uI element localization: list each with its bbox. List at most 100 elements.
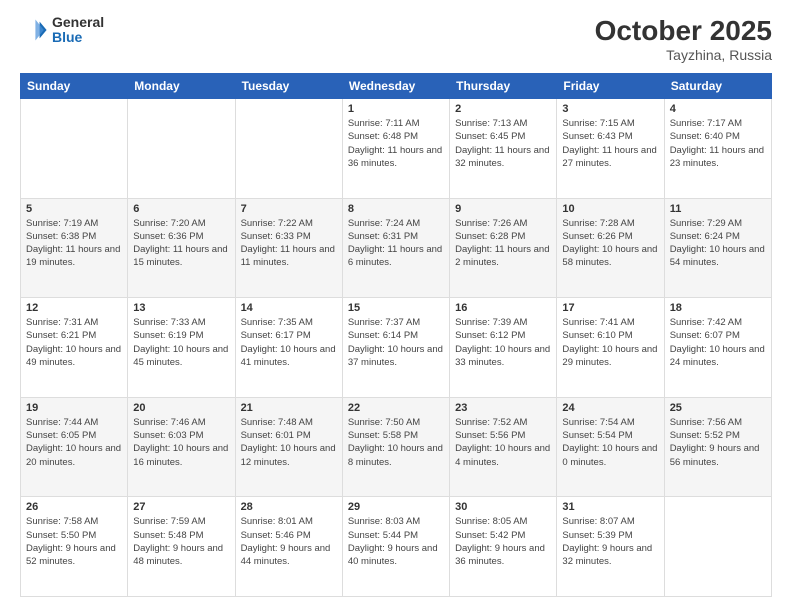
day-info: Sunrise: 8:01 AM Sunset: 5:46 PM Dayligh…: [241, 515, 337, 568]
calendar-header: Sunday Monday Tuesday Wednesday Thursday…: [21, 74, 772, 99]
day-number: 5: [26, 203, 122, 215]
day-info: Sunrise: 7:35 AM Sunset: 6:17 PM Dayligh…: [241, 316, 337, 369]
logo-blue: Blue: [52, 30, 104, 45]
day-number: 25: [670, 402, 766, 414]
day-number: 24: [562, 402, 658, 414]
day-info: Sunrise: 8:07 AM Sunset: 5:39 PM Dayligh…: [562, 515, 658, 568]
calendar-cell: 30 Sunrise: 8:05 AM Sunset: 5:42 PM Dayli…: [450, 497, 557, 597]
day-number: 6: [133, 203, 229, 215]
day-number: 1: [348, 103, 444, 115]
calendar-cell: 26Sunrise: 7:58 AM Sunset: 5:50 PM Dayli…: [21, 497, 128, 597]
calendar-cell: 14Sunrise: 7:35 AM Sunset: 6:17 PM Dayli…: [235, 298, 342, 398]
day-number: 29: [348, 501, 444, 513]
calendar-cell: 13Sunrise: 7:33 AM Sunset: 6:19 PM Dayli…: [128, 298, 235, 398]
calendar-table: Sunday Monday Tuesday Wednesday Thursday…: [20, 73, 772, 597]
day-info: Sunrise: 7:42 AM Sunset: 6:07 PM Dayligh…: [670, 316, 766, 369]
header-wednesday: Wednesday: [342, 74, 449, 99]
day-info: Sunrise: 7:41 AM Sunset: 6:10 PM Dayligh…: [562, 316, 658, 369]
header: General Blue October 2025 Tayzhina, Russ…: [20, 15, 772, 63]
calendar-week-2: 5Sunrise: 7:19 AM Sunset: 6:38 PM Daylig…: [21, 198, 772, 298]
day-info: Sunrise: 7:59 AM Sunset: 5:48 PM Dayligh…: [133, 515, 229, 568]
location: Tayzhina, Russia: [595, 47, 772, 63]
calendar-cell: 28Sunrise: 8:01 AM Sunset: 5:46 PM Dayli…: [235, 497, 342, 597]
day-info: Sunrise: 7:11 AM Sunset: 6:48 PM Dayligh…: [348, 117, 444, 170]
day-number: 31: [562, 501, 658, 513]
day-info: Sunrise: 8:05 AM Sunset: 5:42 PM Dayligh…: [455, 515, 551, 568]
day-number: 11: [670, 203, 766, 215]
logo: General Blue: [20, 15, 104, 46]
calendar-cell: 2 Sunrise: 7:13 AM Sunset: 6:45 PM Daylig…: [450, 99, 557, 199]
day-info: Sunrise: 7:20 AM Sunset: 6:36 PM Dayligh…: [133, 217, 229, 270]
calendar-cell: 16 Sunrise: 7:39 AM Sunset: 6:12 PM Dayli…: [450, 298, 557, 398]
day-info: Sunrise: 7:13 AM Sunset: 6:45 PM Dayligh…: [455, 117, 551, 170]
logo-text: General Blue: [52, 15, 104, 46]
day-number: 23: [455, 402, 551, 414]
calendar-cell: 8 Sunrise: 7:24 AM Sunset: 6:31 PM Daylig…: [342, 198, 449, 298]
day-number: 30: [455, 501, 551, 513]
calendar-week-1: 1 Sunrise: 7:11 AM Sunset: 6:48 PM Daylig…: [21, 99, 772, 199]
calendar-cell: [235, 99, 342, 199]
day-info: Sunrise: 7:29 AM Sunset: 6:24 PM Dayligh…: [670, 217, 766, 270]
calendar-body: 1 Sunrise: 7:11 AM Sunset: 6:48 PM Daylig…: [21, 99, 772, 597]
day-number: 15: [348, 302, 444, 314]
header-tuesday: Tuesday: [235, 74, 342, 99]
calendar-cell: 15 Sunrise: 7:37 AM Sunset: 6:14 PM Dayli…: [342, 298, 449, 398]
day-number: 4: [670, 103, 766, 115]
day-info: Sunrise: 7:28 AM Sunset: 6:26 PM Dayligh…: [562, 217, 658, 270]
calendar-cell: 12Sunrise: 7:31 AM Sunset: 6:21 PM Dayli…: [21, 298, 128, 398]
calendar-week-3: 12Sunrise: 7:31 AM Sunset: 6:21 PM Dayli…: [21, 298, 772, 398]
day-info: Sunrise: 7:33 AM Sunset: 6:19 PM Dayligh…: [133, 316, 229, 369]
calendar-cell: 17 Sunrise: 7:41 AM Sunset: 6:10 PM Dayli…: [557, 298, 664, 398]
header-monday: Monday: [128, 74, 235, 99]
page: General Blue October 2025 Tayzhina, Russ…: [0, 0, 792, 612]
header-saturday: Saturday: [664, 74, 771, 99]
calendar-cell: 27Sunrise: 7:59 AM Sunset: 5:48 PM Dayli…: [128, 497, 235, 597]
day-info: Sunrise: 7:22 AM Sunset: 6:33 PM Dayligh…: [241, 217, 337, 270]
day-info: Sunrise: 8:03 AM Sunset: 5:44 PM Dayligh…: [348, 515, 444, 568]
day-info: Sunrise: 7:56 AM Sunset: 5:52 PM Dayligh…: [670, 416, 766, 469]
day-info: Sunrise: 7:37 AM Sunset: 6:14 PM Dayligh…: [348, 316, 444, 369]
calendar-cell: 24Sunrise: 7:54 AM Sunset: 5:54 PM Dayli…: [557, 397, 664, 497]
calendar-cell: [21, 99, 128, 199]
day-info: Sunrise: 7:17 AM Sunset: 6:40 PM Dayligh…: [670, 117, 766, 170]
calendar-cell: 22 Sunrise: 7:50 AM Sunset: 5:58 PM Dayli…: [342, 397, 449, 497]
day-number: 16: [455, 302, 551, 314]
calendar-cell: 1 Sunrise: 7:11 AM Sunset: 6:48 PM Daylig…: [342, 99, 449, 199]
day-info: Sunrise: 7:46 AM Sunset: 6:03 PM Dayligh…: [133, 416, 229, 469]
day-number: 17: [562, 302, 658, 314]
calendar-cell: 31 Sunrise: 8:07 AM Sunset: 5:39 PM Dayli…: [557, 497, 664, 597]
day-number: 12: [26, 302, 122, 314]
calendar-cell: 9 Sunrise: 7:26 AM Sunset: 6:28 PM Daylig…: [450, 198, 557, 298]
day-info: Sunrise: 7:52 AM Sunset: 5:56 PM Dayligh…: [455, 416, 551, 469]
day-number: 9: [455, 203, 551, 215]
calendar-cell: 20 Sunrise: 7:46 AM Sunset: 6:03 PM Dayli…: [128, 397, 235, 497]
day-info: Sunrise: 7:26 AM Sunset: 6:28 PM Dayligh…: [455, 217, 551, 270]
calendar-cell: 5Sunrise: 7:19 AM Sunset: 6:38 PM Daylig…: [21, 198, 128, 298]
calendar-cell: [128, 99, 235, 199]
calendar-week-4: 19 Sunrise: 7:44 AM Sunset: 6:05 PM Dayli…: [21, 397, 772, 497]
day-info: Sunrise: 7:44 AM Sunset: 6:05 PM Dayligh…: [26, 416, 122, 469]
calendar-cell: 11 Sunrise: 7:29 AM Sunset: 6:24 PM Dayli…: [664, 198, 771, 298]
day-number: 19: [26, 402, 122, 414]
calendar-cell: [664, 497, 771, 597]
day-info: Sunrise: 7:39 AM Sunset: 6:12 PM Dayligh…: [455, 316, 551, 369]
day-number: 22: [348, 402, 444, 414]
title-section: October 2025 Tayzhina, Russia: [595, 15, 772, 63]
day-number: 20: [133, 402, 229, 414]
day-number: 26: [26, 501, 122, 513]
day-info: Sunrise: 7:15 AM Sunset: 6:43 PM Dayligh…: [562, 117, 658, 170]
day-number: 18: [670, 302, 766, 314]
calendar-cell: 10Sunrise: 7:28 AM Sunset: 6:26 PM Dayli…: [557, 198, 664, 298]
calendar-cell: 25 Sunrise: 7:56 AM Sunset: 5:52 PM Dayli…: [664, 397, 771, 497]
day-number: 2: [455, 103, 551, 115]
header-friday: Friday: [557, 74, 664, 99]
day-number: 8: [348, 203, 444, 215]
logo-icon: [20, 16, 48, 44]
header-sunday: Sunday: [21, 74, 128, 99]
calendar-cell: 29 Sunrise: 8:03 AM Sunset: 5:44 PM Dayli…: [342, 497, 449, 597]
day-info: Sunrise: 7:24 AM Sunset: 6:31 PM Dayligh…: [348, 217, 444, 270]
day-number: 7: [241, 203, 337, 215]
calendar-cell: 23 Sunrise: 7:52 AM Sunset: 5:56 PM Dayli…: [450, 397, 557, 497]
day-info: Sunrise: 7:50 AM Sunset: 5:58 PM Dayligh…: [348, 416, 444, 469]
calendar-cell: 18 Sunrise: 7:42 AM Sunset: 6:07 PM Dayli…: [664, 298, 771, 398]
